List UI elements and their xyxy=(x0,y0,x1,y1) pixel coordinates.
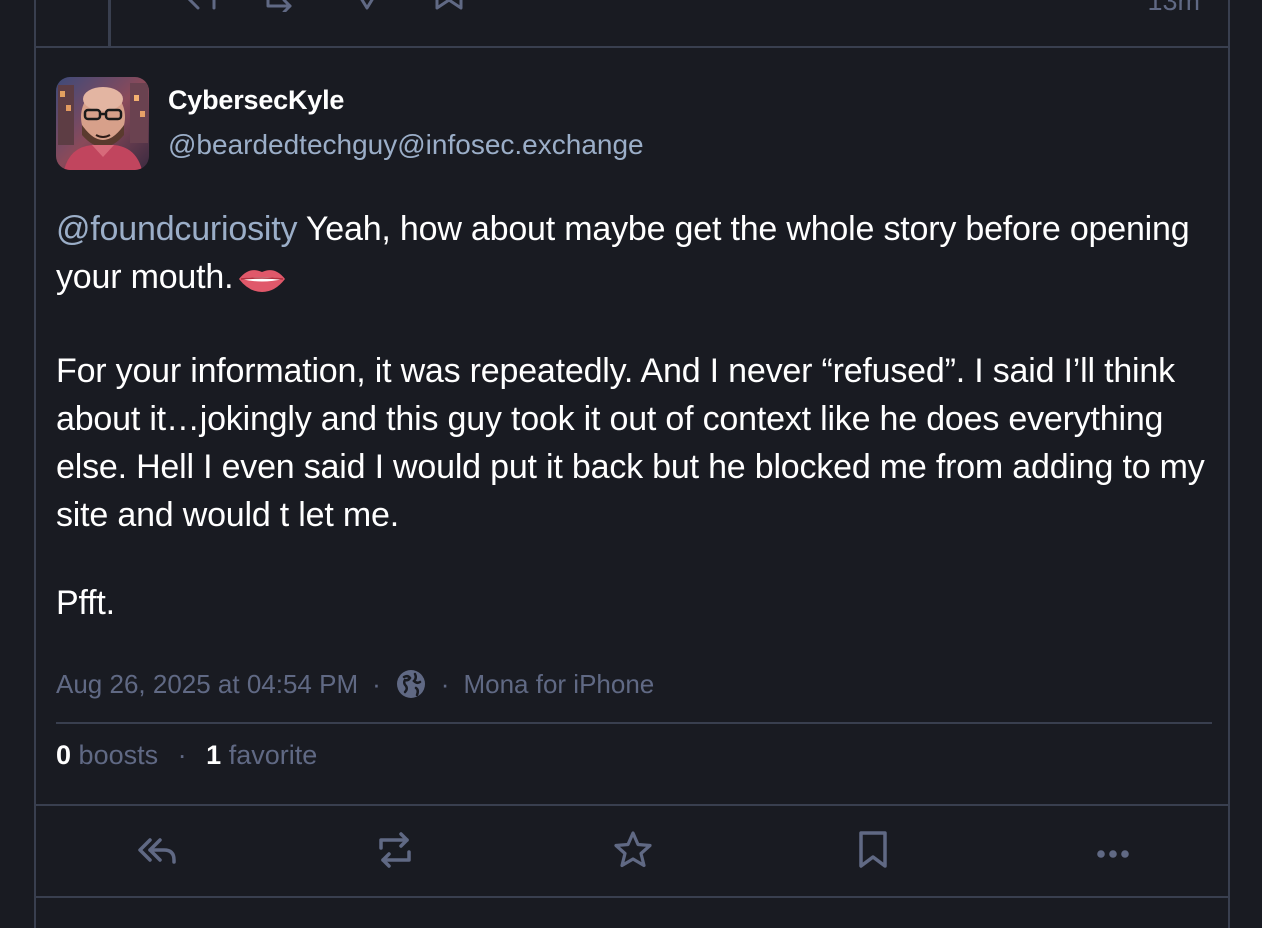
boost-icon[interactable] xyxy=(262,0,296,14)
post-paragraph-1: @foundcuriosity Yeah, how about maybe ge… xyxy=(56,205,1206,307)
boosts-count: 0 xyxy=(56,740,72,770)
thread-line xyxy=(108,0,111,46)
post-action-bar xyxy=(36,804,1228,898)
bookmark-icon[interactable] xyxy=(432,0,466,12)
favorite-icon[interactable] xyxy=(611,828,655,872)
separator: · xyxy=(177,740,187,770)
favorites-count: 1 xyxy=(206,740,222,770)
timeline-column: 13m CybersecKyle @beardedtechguy@infosec… xyxy=(34,0,1230,928)
divider xyxy=(56,722,1212,724)
favorite-icon[interactable] xyxy=(350,0,384,12)
favorites-label: favorite xyxy=(228,740,318,770)
reply-icon[interactable] xyxy=(184,0,218,12)
post-timestamp[interactable]: Aug 26, 2025 at 04:54 PM xyxy=(56,669,358,700)
post-paragraph-2: For your information, it was repeatedly.… xyxy=(56,352,1205,534)
post-content: @foundcuriosity Yeah, how about maybe ge… xyxy=(56,205,1206,667)
post-stats: 0 boosts · 1 favorite xyxy=(56,740,317,771)
author-display-name[interactable]: CybersecKyle xyxy=(168,85,344,116)
separator: · xyxy=(372,668,381,699)
lips-emoji xyxy=(237,259,287,307)
boost-icon[interactable] xyxy=(373,828,417,872)
globe-icon xyxy=(395,668,427,700)
post-meta: Aug 26, 2025 at 04:54 PM · · Mona for iP… xyxy=(56,668,654,700)
bookmark-icon[interactable] xyxy=(851,828,895,872)
reply-icon[interactable] xyxy=(134,828,178,872)
post-client[interactable]: Mona for iPhone xyxy=(463,669,654,700)
boosts-label: boosts xyxy=(78,740,159,770)
previous-post-action-bar: 13m xyxy=(36,0,1228,48)
mention-link[interactable]: @foundcuriosity xyxy=(56,210,297,248)
previous-post-time[interactable]: 13m xyxy=(1147,0,1200,17)
separator: · xyxy=(440,668,450,699)
more-icon[interactable] xyxy=(1091,828,1135,872)
favorites-stat[interactable]: 1 favorite xyxy=(206,740,317,770)
boosts-stat[interactable]: 0 boosts xyxy=(56,740,158,770)
avatar[interactable] xyxy=(56,77,149,170)
post-paragraph-3: Pfft. xyxy=(56,584,115,622)
author-handle[interactable]: @beardedtechguy@infosec.exchange xyxy=(168,129,644,161)
